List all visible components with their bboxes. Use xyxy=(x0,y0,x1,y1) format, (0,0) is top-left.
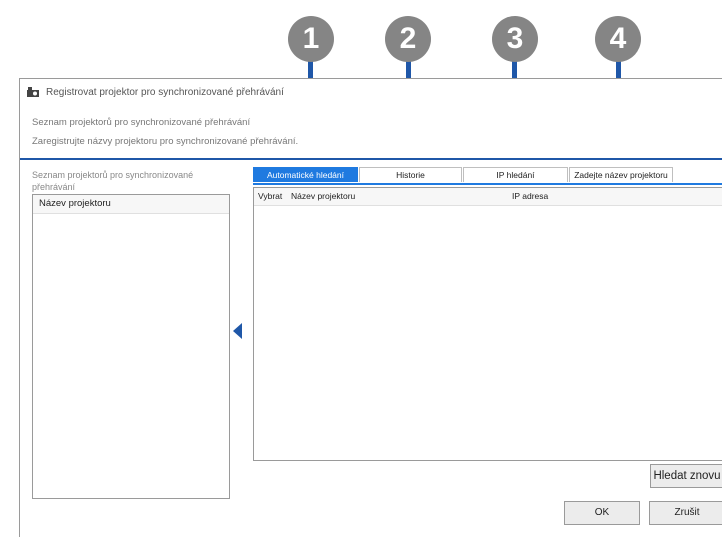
registered-list-heading: Seznam projektorů pro synchronizované př… xyxy=(32,170,194,192)
search-method-tabs: Automatické hledání Historie IP hledání … xyxy=(253,167,674,183)
info-text-list: Seznam projektorů pro synchronizované př… xyxy=(32,117,251,128)
callout-2: 2 xyxy=(385,16,431,180)
column-header-ip-address[interactable]: IP adresa xyxy=(512,188,548,205)
cancel-button[interactable]: Zrušit xyxy=(649,501,722,525)
callout-3: 3 xyxy=(492,16,538,180)
tab-enter-projector-name[interactable]: Zadejte název projektoru xyxy=(569,167,673,182)
callout-2-badge: 2 xyxy=(385,16,431,62)
column-header-select[interactable]: Vybrat xyxy=(258,188,282,205)
callout-1: 1 xyxy=(288,16,334,180)
tab-ip-search[interactable]: IP hledání xyxy=(463,167,568,182)
tab-auto-search[interactable]: Automatické hledání xyxy=(253,167,358,182)
callout-1-badge: 1 xyxy=(288,16,334,62)
search-again-button[interactable]: Hledat znovu xyxy=(650,464,722,488)
title-bar: Registrovat projektor pro synchronizovan… xyxy=(20,79,722,107)
add-to-list-arrow-icon[interactable] xyxy=(233,323,242,339)
tab-history[interactable]: Historie xyxy=(359,167,462,182)
ok-button[interactable]: OK xyxy=(564,501,640,525)
callout-4-badge: 4 xyxy=(595,16,641,62)
register-projector-dialog: Registrovat projektor pro synchronizovan… xyxy=(19,78,722,537)
registered-projector-list[interactable]: Název projektoru xyxy=(32,194,230,499)
column-header-projector-name[interactable]: Název projektoru xyxy=(33,195,229,214)
search-results-table[interactable]: Vybrat Název projektoru IP adresa xyxy=(253,187,722,461)
results-header-row: Vybrat Název projektoru IP adresa xyxy=(254,188,722,206)
info-text-instructions: Zaregistrujte názvy projektoru pro synch… xyxy=(32,136,299,147)
tab-underline xyxy=(253,183,722,185)
column-header-projector-name[interactable]: Název projektoru xyxy=(291,188,355,205)
callout-4: 4 xyxy=(595,16,641,180)
window-title: Registrovat projektor pro synchronizovan… xyxy=(46,87,284,98)
callout-3-badge: 3 xyxy=(492,16,538,62)
info-section: Seznam projektorů pro synchronizované př… xyxy=(20,110,722,160)
projector-app-icon xyxy=(27,87,39,97)
